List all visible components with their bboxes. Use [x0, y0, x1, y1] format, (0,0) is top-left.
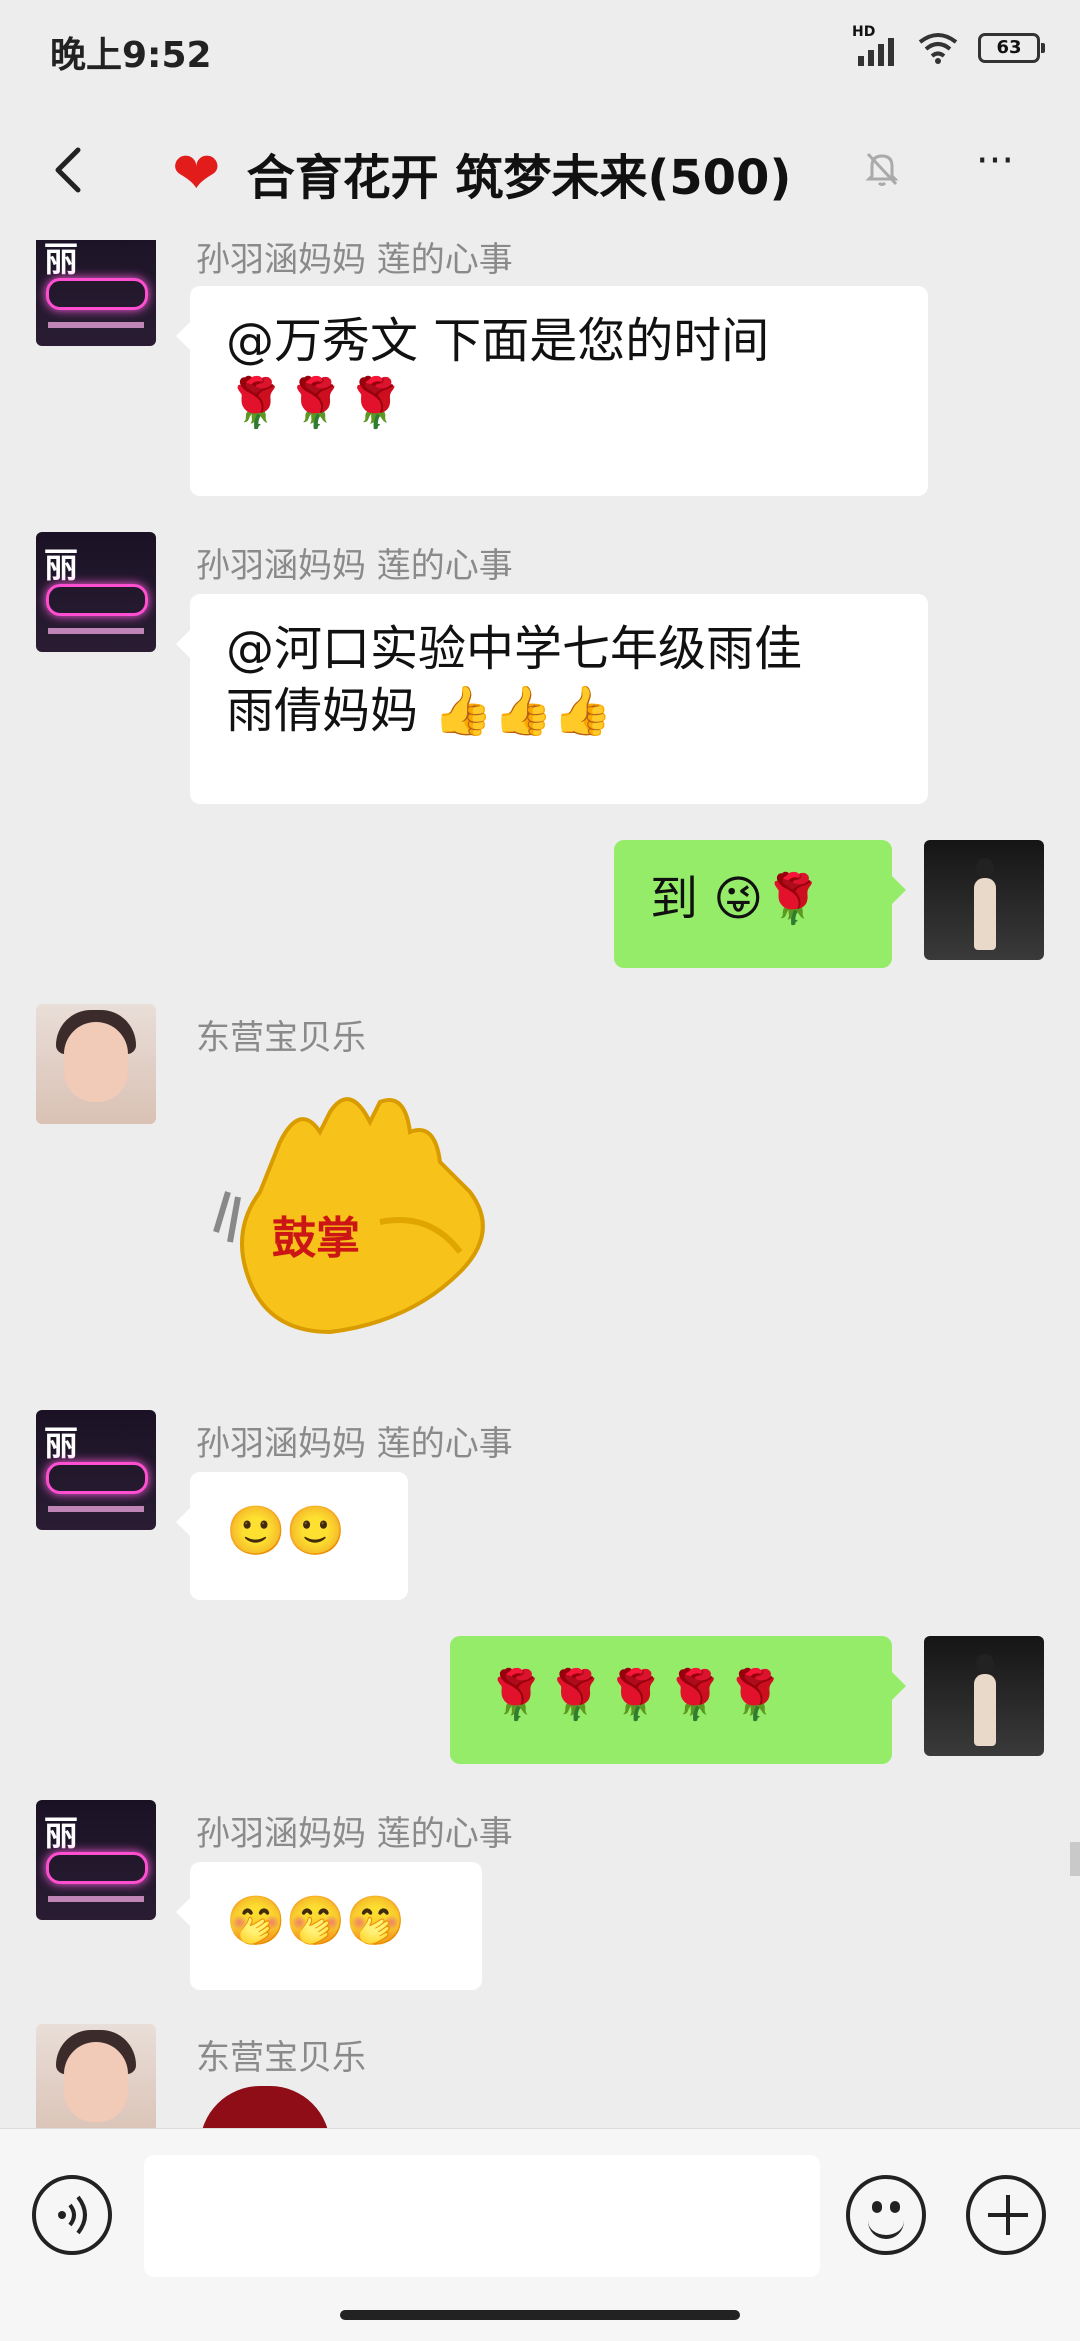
message-bubble[interactable]: 🙂🙂: [176, 1472, 408, 1600]
status-icons: HD 63: [852, 24, 1045, 66]
plus-button[interactable]: [966, 2175, 1046, 2255]
status-bar: 晚上9:52 HD 63: [0, 0, 1080, 100]
message-bubble[interactable]: @河口实验中学七年级雨佳 雨倩妈妈 👍👍👍: [176, 594, 928, 804]
chat-header: ❤ 合育花开 筑梦未来(500) ···: [0, 100, 1080, 240]
emoji-icon-eye: [890, 2201, 900, 2213]
message-text: 到: [650, 871, 699, 927]
smile-emoji: 🙂🙂: [226, 1503, 346, 1559]
emoji-button[interactable]: [846, 2175, 926, 2255]
wink-rose-emoji: 😜🌹: [713, 871, 824, 927]
message-bubble[interactable]: @万秀文 下面是您的时间 🌹🌹🌹: [176, 286, 928, 496]
more-options-button[interactable]: ···: [960, 141, 1030, 190]
sticker-label: 鼓掌: [272, 1213, 360, 1264]
avatar[interactable]: 丽: [36, 532, 156, 652]
self-message-bubble[interactable]: 🌹🌹🌹🌹🌹: [450, 1636, 906, 1764]
avatar[interactable]: 丽: [36, 240, 156, 346]
rose-emoji-row: 🌹🌹🌹🌹🌹: [486, 1667, 785, 1723]
message-text-line2: 雨倩妈妈 👍👍👍: [226, 680, 892, 742]
rose-emoji-row: 🌹🌹🌹: [226, 375, 406, 431]
self-avatar[interactable]: [924, 1636, 1044, 1756]
scrollbar[interactable]: [1070, 1842, 1080, 1876]
chat-message-list[interactable]: 丽 孙羽涵妈妈 莲的心事 @万秀文 下面是您的时间 🌹🌹🌹 丽 孙羽涵妈妈 莲的…: [0, 240, 1080, 2128]
avatar-text: 丽: [44, 1814, 78, 1854]
message-bubble[interactable]: 🤭🤭🤭: [176, 1862, 482, 1990]
avatar-text: 丽: [44, 546, 78, 586]
emoji-icon: [872, 2201, 882, 2213]
message-text: @万秀文 下面是您的时间: [226, 313, 770, 369]
voice-icon: [58, 2195, 87, 2235]
giggle-emoji: 🤭🤭🤭: [226, 1893, 406, 1949]
chat-title: ❤ 合育花开 筑梦未来(500): [172, 138, 791, 208]
battery-icon: 63: [978, 33, 1045, 63]
sender-name: 东营宝贝乐: [196, 2038, 366, 2078]
avatar[interactable]: 丽: [36, 1410, 156, 1530]
avatar[interactable]: [36, 2024, 156, 2128]
message-input[interactable]: [144, 2155, 820, 2277]
group-name: 合育花开 筑梦未来(500): [246, 150, 792, 206]
self-avatar[interactable]: [924, 840, 1044, 960]
sender-name: 孙羽涵妈妈 莲的心事: [196, 1424, 513, 1464]
rose-sticker[interactable]: [200, 2086, 330, 2128]
thumbs-up-emoji: 👍👍👍: [433, 683, 613, 739]
sender-name: 东营宝贝乐: [196, 1018, 366, 1058]
sender-name: 孙羽涵妈妈 莲的心事: [196, 240, 513, 280]
sender-name: 孙羽涵妈妈 莲的心事: [196, 1814, 513, 1854]
avatar[interactable]: [36, 1004, 156, 1124]
wifi-icon: [918, 33, 958, 64]
self-message-bubble[interactable]: 到 😜🌹: [614, 840, 906, 968]
avatar[interactable]: 丽: [36, 1800, 156, 1920]
heart-icon: ❤: [172, 139, 221, 207]
home-indicator: [340, 2310, 740, 2320]
emoji-icon-mouth: [868, 2219, 904, 2239]
message-text: @河口实验中学七年级雨佳: [226, 621, 803, 677]
signal-icon: HD: [852, 24, 898, 66]
status-time: 晚上9:52: [50, 35, 212, 76]
voice-button[interactable]: [32, 2175, 112, 2255]
sender-name: 孙羽涵妈妈 莲的心事: [196, 546, 513, 586]
avatar-text: 丽: [44, 1424, 78, 1464]
message-text: 雨倩妈妈: [226, 683, 419, 739]
back-arrow-icon[interactable]: [40, 140, 100, 200]
avatar-text: 丽: [44, 240, 78, 280]
mute-bell-icon: [865, 152, 899, 186]
clap-sticker[interactable]: 鼓掌: [210, 1082, 500, 1342]
